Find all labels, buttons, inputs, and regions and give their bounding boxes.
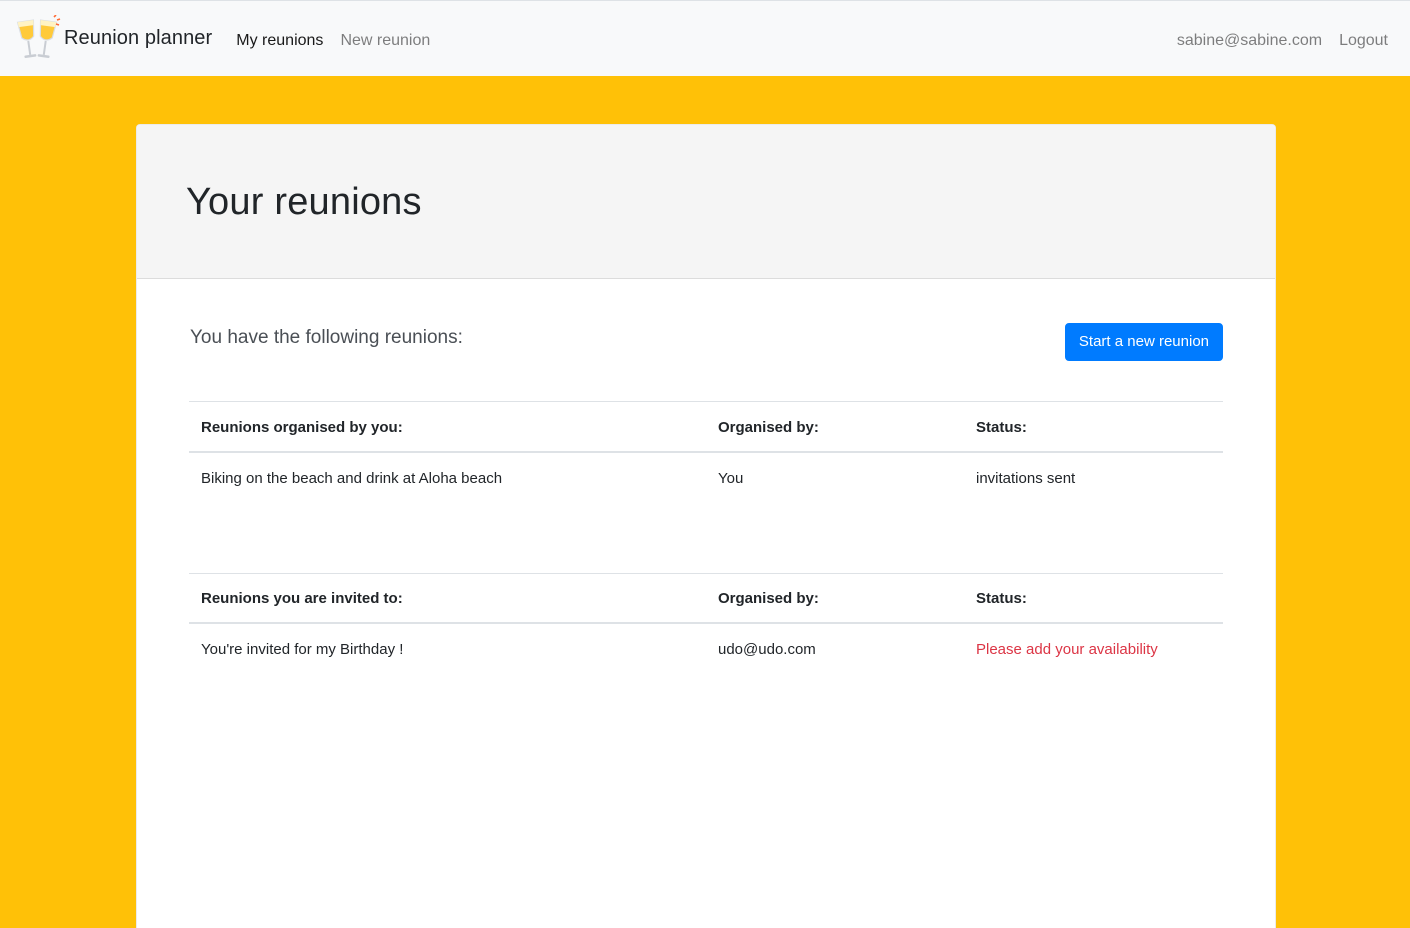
table-header-row: Reunions organised by you: Organised by:… [189,401,1223,452]
nav-new-reunion[interactable]: New reunion [340,32,430,50]
table-row[interactable]: You're invited for my Birthday ! udo@udo… [189,623,1223,675]
user-email-link[interactable]: sabine@sabine.com [1177,32,1322,50]
column-header-reunion: Reunions organised by you: [201,418,403,436]
column-header-status: Status: [976,418,1027,436]
table-row[interactable]: Biking on the beach and drink at Aloha b… [189,452,1223,504]
user-nav: sabine@sabine.com Logout [1160,32,1394,50]
status-cell: invitations sent [976,469,1076,487]
page-header: Your reunions [137,125,1275,279]
status-cell-warning[interactable]: Please add your availability [964,623,1223,675]
reunion-name-cell[interactable]: Biking on the beach and drink at Aloha b… [189,452,706,504]
organiser-cell: udo@udo.com [718,641,816,658]
lead-row: You have the following reunions: Start a… [137,279,1275,401]
invited-reunions-table: Reunions you are invited to: Organised b… [189,573,1223,676]
reunions-card: Your reunions You have the following reu… [136,124,1276,928]
reunion-name-cell[interactable]: You're invited for my Birthday ! [189,623,706,675]
organiser-cell: You [718,469,744,487]
nav-my-reunions[interactable]: My reunions [236,32,323,50]
tables-container: Reunions organised by you: Organised by:… [137,401,1275,675]
champagne-glasses-icon [16,13,62,63]
column-header-organiser: Organised by: [718,590,819,608]
column-header-status: Status: [976,590,1027,608]
logout-link[interactable]: Logout [1339,32,1388,50]
brand-link[interactable]: Reunion planner [16,13,213,63]
top-navbar: Reunion planner My reunions New reunion … [0,0,1410,76]
page-title: Your reunions [186,181,422,223]
lead-text: You have the following reunions: [190,327,463,348]
brand-name: Reunion planner [64,27,213,49]
main-nav: My reunions New reunion [236,32,447,50]
start-new-reunion-button[interactable]: Start a new reunion [1064,323,1223,361]
table-header-row: Reunions you are invited to: Organised b… [189,573,1223,623]
organised-reunions-table: Reunions organised by you: Organised by:… [189,401,1223,504]
column-header-reunion: Reunions you are invited to: [201,590,403,608]
column-header-organiser: Organised by: [718,418,819,436]
